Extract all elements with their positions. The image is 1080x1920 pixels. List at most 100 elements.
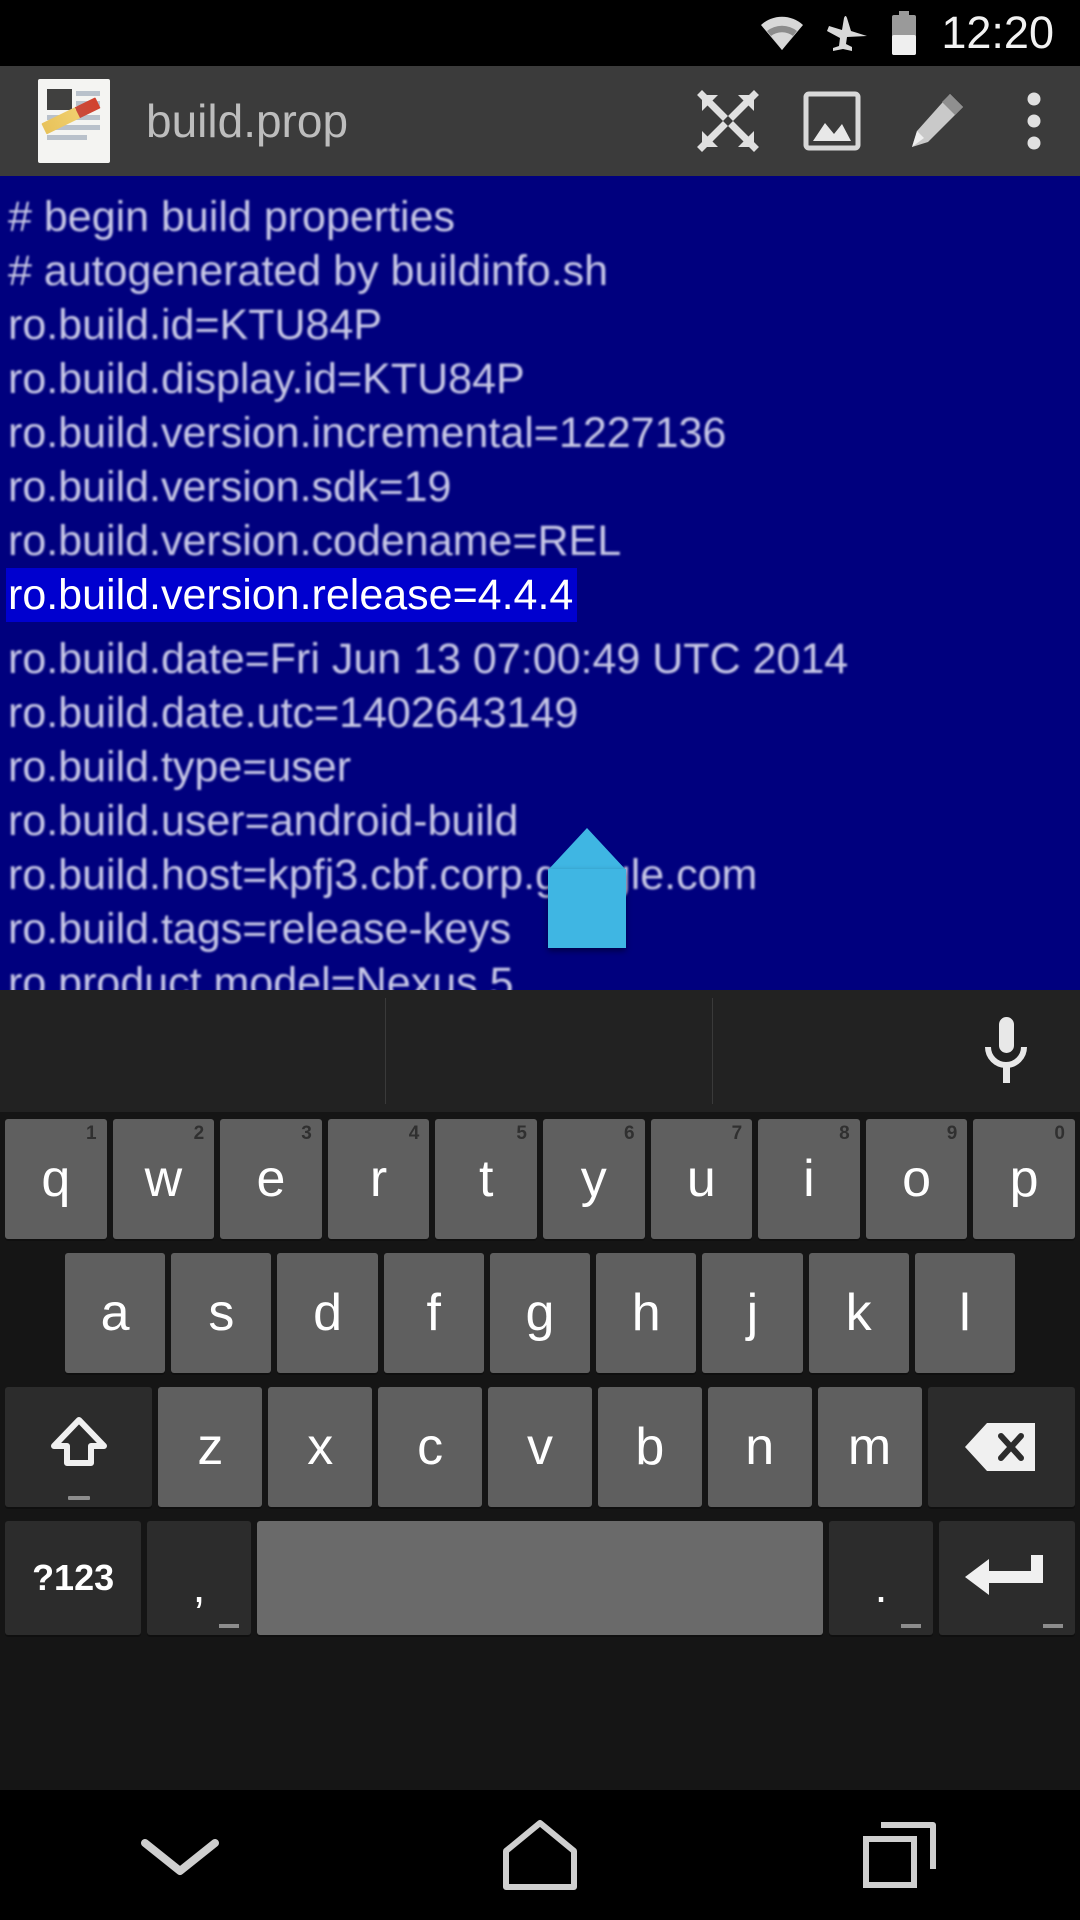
- backspace-key-icon: [965, 1423, 1036, 1471]
- key-k[interactable]: k: [808, 1253, 909, 1373]
- selected-line-row: ro.build.version.release=4.4.4: [6, 568, 1080, 632]
- key-label: .: [874, 1560, 888, 1612]
- key-n[interactable]: n: [707, 1387, 812, 1507]
- airplane-mode-icon: [825, 13, 869, 53]
- navigation-bar: [0, 1790, 1080, 1920]
- key-label: j: [746, 1284, 759, 1342]
- hide-keyboard-back-icon[interactable]: [0, 1790, 360, 1920]
- code-line: ro.build.tags=release-keys: [8, 905, 512, 953]
- key-c[interactable]: c: [378, 1387, 483, 1507]
- keyboard-row-3: z x c v b n m: [0, 1380, 1080, 1514]
- shift-key-icon: [50, 1417, 107, 1466]
- key-r[interactable]: 4r: [327, 1119, 430, 1239]
- key-sup: 3: [301, 1123, 312, 1144]
- key-o[interactable]: 9o: [865, 1119, 968, 1239]
- code-line: ro.build.user=android-build: [8, 797, 519, 845]
- code-line: ro.product.model=Nexus 5: [8, 959, 514, 990]
- microphone-icon[interactable]: [968, 1014, 1044, 1090]
- key-g[interactable]: g: [489, 1253, 591, 1373]
- key-h[interactable]: h: [596, 1253, 697, 1373]
- on-screen-keyboard: 1q 2w 3e 4r 5t 6y 7u 8i 9o 0p a s d f g …: [0, 990, 1080, 1790]
- key-label: r: [369, 1150, 388, 1208]
- code-line: ro.build.version.codename=REL: [8, 517, 622, 565]
- key-y[interactable]: 6y: [542, 1119, 645, 1239]
- key-label: g: [525, 1284, 555, 1342]
- key-b[interactable]: b: [597, 1387, 702, 1507]
- key-l[interactable]: l: [914, 1253, 1015, 1373]
- key-m[interactable]: m: [817, 1387, 922, 1507]
- key-v[interactable]: v: [488, 1387, 592, 1507]
- key-label: m: [847, 1418, 892, 1476]
- status-bar-clock: 12:20: [941, 7, 1054, 58]
- keyboard-row-4: ?123 , .: [0, 1514, 1080, 1642]
- key-e[interactable]: 3e: [220, 1119, 322, 1239]
- pencil-edit-icon[interactable]: [884, 66, 988, 176]
- key-t[interactable]: 5t: [435, 1119, 537, 1239]
- recents-icon[interactable]: [720, 1790, 1080, 1920]
- key-label: b: [635, 1418, 665, 1476]
- fullscreen-collapse-icon[interactable]: [676, 66, 780, 176]
- key-label: o: [902, 1150, 931, 1208]
- key-label: h: [631, 1284, 661, 1342]
- code-line: ro.build.host=kpfj3.cbf.corp.google.com: [8, 851, 758, 899]
- key-sup: 0: [1054, 1123, 1065, 1144]
- code-line: ro.build.id=KTU84P: [8, 301, 383, 349]
- overflow-menu-icon[interactable]: [988, 66, 1080, 176]
- key-label: s: [208, 1284, 235, 1342]
- text-editor-document-icon: [38, 79, 110, 163]
- code-line: ro.build.date.utc=1402643149: [8, 689, 579, 737]
- page-title: build.prop: [146, 95, 349, 147]
- space-key[interactable]: [256, 1521, 824, 1635]
- key-a[interactable]: a: [65, 1253, 166, 1373]
- key-label: l: [959, 1284, 971, 1342]
- key-w[interactable]: 2w: [112, 1119, 215, 1239]
- key-q[interactable]: 1q: [5, 1119, 107, 1239]
- app-bar: build.prop: [0, 66, 1080, 176]
- selected-code-line[interactable]: ro.build.version.release=4.4.4: [6, 568, 578, 622]
- key-sup: 8: [839, 1123, 850, 1144]
- key-label: u: [686, 1150, 716, 1208]
- backspace-key[interactable]: [927, 1387, 1075, 1507]
- key-i[interactable]: 8i: [758, 1119, 860, 1239]
- key-label: v: [526, 1418, 553, 1476]
- period-key[interactable]: .: [829, 1521, 933, 1635]
- comma-key[interactable]: ,: [147, 1521, 251, 1635]
- key-j[interactable]: j: [702, 1253, 803, 1373]
- key-x[interactable]: x: [268, 1387, 373, 1507]
- key-z[interactable]: z: [158, 1387, 263, 1507]
- code-line: # autogenerated by buildinfo.sh: [8, 247, 609, 295]
- keyboard-row-2: a s d f g h j k l: [0, 1246, 1080, 1380]
- key-label: e: [256, 1150, 286, 1208]
- key-sup: 4: [408, 1123, 420, 1144]
- key-label: ,: [192, 1560, 206, 1612]
- home-icon[interactable]: [360, 1790, 720, 1920]
- keyboard-row-1: 1q 2w 3e 4r 5t 6y 7u 8i 9o 0p: [0, 1112, 1080, 1246]
- image-icon[interactable]: [780, 66, 884, 176]
- key-label: a: [100, 1284, 130, 1342]
- key-u[interactable]: 7u: [650, 1119, 753, 1239]
- key-sup: 2: [193, 1123, 205, 1144]
- key-s[interactable]: s: [171, 1253, 272, 1373]
- key-p[interactable]: 0p: [973, 1119, 1075, 1239]
- enter-key[interactable]: [938, 1521, 1076, 1635]
- code-line: ro.build.display.id=KTU84P: [8, 355, 525, 403]
- key-label: c: [417, 1418, 444, 1476]
- key-sup: 7: [731, 1123, 743, 1144]
- code-line: # begin build properties: [8, 193, 456, 241]
- android-screen: 12:20 build.prop # begin build propertie…: [0, 0, 1080, 1920]
- enter-key-icon: [964, 1555, 1043, 1595]
- battery-icon: [889, 11, 919, 55]
- key-f[interactable]: f: [383, 1253, 484, 1373]
- key-label: p: [1009, 1150, 1039, 1208]
- key-label: t: [478, 1150, 494, 1208]
- code-line: ro.build.type=user: [8, 743, 352, 791]
- suggestion-bar[interactable]: [0, 990, 1080, 1112]
- text-cursor-handle[interactable]: [548, 828, 626, 948]
- status-bar: 12:20: [0, 0, 1080, 66]
- shift-key[interactable]: [5, 1387, 153, 1507]
- key-sup: 5: [516, 1123, 527, 1144]
- key-label: i: [803, 1150, 815, 1208]
- key-d[interactable]: d: [277, 1253, 378, 1373]
- symbols-key[interactable]: ?123: [5, 1521, 142, 1635]
- text-editor-content[interactable]: # begin build properties # autogenerated…: [0, 176, 1080, 990]
